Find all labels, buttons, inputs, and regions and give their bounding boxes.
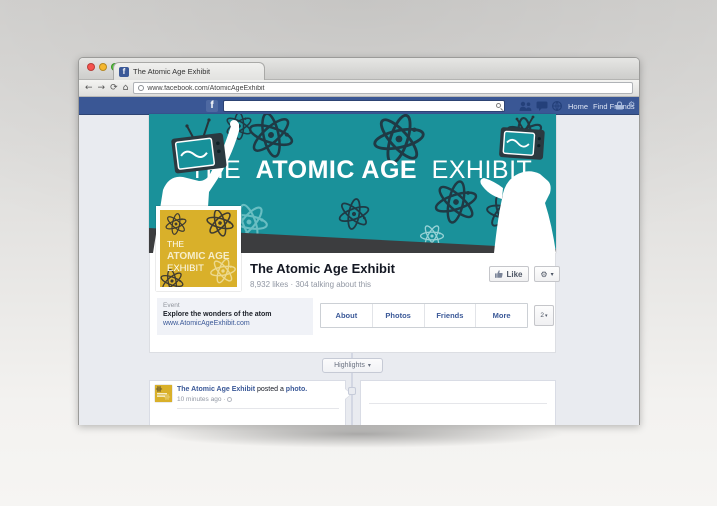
desktop-background: f The Atomic Age Exhibit ← → ⟳ ⌂ f <box>0 0 717 506</box>
minimize-window-button[interactable] <box>99 63 107 71</box>
thumbs-up-icon <box>495 270 503 278</box>
forward-icon[interactable]: → <box>98 84 106 93</box>
tab-title: The Atomic Age Exhibit <box>133 67 210 76</box>
post-card[interactable] <box>360 380 556 425</box>
post-divider <box>369 403 547 404</box>
page-stats: 8,932 likes · 304 talking about this <box>250 280 371 289</box>
post-avatar[interactable] <box>155 385 172 402</box>
page-title: The Atomic Age Exhibit <box>250 261 395 276</box>
caret-down-icon: ▾ <box>368 362 371 369</box>
post-divider <box>177 408 339 409</box>
caret-down-icon: ▾ <box>545 313 548 319</box>
tab-more[interactable]: More <box>476 304 527 327</box>
event-label: Event <box>163 302 307 309</box>
tab-friends[interactable]: Friends <box>425 304 477 327</box>
post-timestamp[interactable]: 10 minutes ago · <box>177 396 232 403</box>
public-privacy-icon <box>227 397 232 402</box>
post-time-text: 10 minutes ago · <box>177 396 225 403</box>
settings-gear-icon[interactable]: ⚙ <box>628 101 635 109</box>
more-tabs-count: 2 <box>540 312 544 319</box>
highlights-label: Highlights <box>334 362 365 369</box>
browser-window: f The Atomic Age Exhibit ← → ⟳ ⌂ f <box>78 57 640 425</box>
privacy-lock-icon[interactable] <box>615 101 624 110</box>
tab-about[interactable]: About <box>321 304 373 327</box>
event-box[interactable]: Event Explore the wonders of the atom ww… <box>157 298 313 335</box>
profile-picture[interactable]: THE ATOMIC AGE EXHIBIT <box>156 206 241 291</box>
profile-art: THE ATOMIC AGE EXHIBIT <box>160 210 237 287</box>
browser-toolbar: ← → ⟳ ⌂ <box>79 80 639 97</box>
profile-line3: EXHIBIT <box>167 263 204 274</box>
home-link[interactable]: Home <box>568 102 588 111</box>
post-author-link[interactable]: The Atomic Age Exhibit <box>177 386 255 393</box>
page-settings-button[interactable]: ⚙ ▾ <box>534 266 560 282</box>
like-label: Like <box>506 270 522 279</box>
event-link[interactable]: www.AtomicAgeExhibit.com <box>163 320 307 327</box>
tab-photos[interactable]: Photos <box>373 304 425 327</box>
post-headline: The Atomic Age Exhibit posted a photo. <box>177 386 307 393</box>
caret-down-icon: ▾ <box>551 271 554 278</box>
browser-tab[interactable]: f The Atomic Age Exhibit <box>113 62 265 80</box>
facebook-page: f Home Find Friends <box>79 97 640 425</box>
post-object-link[interactable]: photo. <box>286 386 307 393</box>
browser-titlebar: f The Atomic Age Exhibit <box>79 58 639 80</box>
post-card[interactable]: The Atomic Age Exhibit posted a photo. 1… <box>149 380 346 425</box>
event-title: Explore the wonders of the atom <box>163 311 307 318</box>
highlights-dropdown[interactable]: Highlights ▾ <box>322 358 383 373</box>
post-avatar-art <box>155 385 172 402</box>
address-bar[interactable] <box>133 82 633 94</box>
close-window-button[interactable] <box>87 63 95 71</box>
post-action-text: posted a <box>255 386 286 393</box>
profile-line2: ATOMIC AGE <box>167 251 230 262</box>
site-globe-icon <box>138 85 144 91</box>
back-icon[interactable]: ← <box>85 84 93 93</box>
gear-icon: ⚙ <box>540 270 547 279</box>
reload-icon[interactable]: ⟳ <box>110 84 118 93</box>
url-input[interactable] <box>147 85 628 92</box>
profile-line1: THE <box>167 239 184 249</box>
timeline-marker <box>348 387 356 395</box>
home-icon[interactable]: ⌂ <box>123 84 129 93</box>
page-tabs: About Photos Friends More <box>320 303 528 328</box>
facebook-favicon: f <box>119 67 129 77</box>
like-button[interactable]: Like <box>489 266 529 282</box>
more-tabs-button[interactable]: 2 ▾ <box>534 305 554 326</box>
